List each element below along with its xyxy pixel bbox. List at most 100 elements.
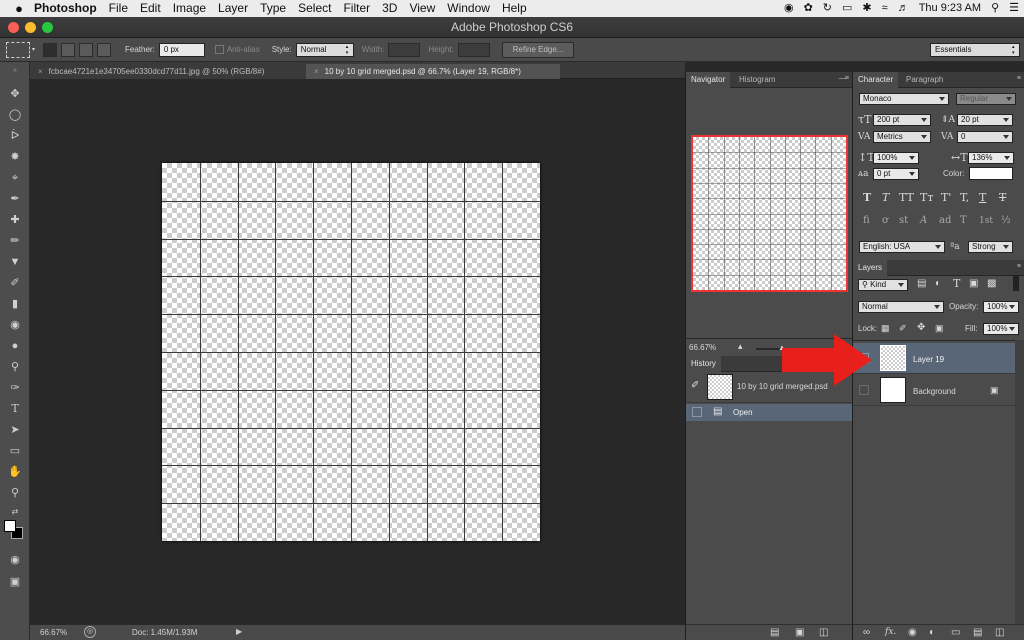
- menu-layer[interactable]: Layer: [212, 0, 254, 17]
- filter-toggle-switch[interactable]: [1013, 275, 1019, 291]
- move-tool-icon[interactable]: ✥: [0, 84, 30, 104]
- elliptical-marquee-tool-icon[interactable]: ◯: [0, 105, 30, 125]
- close-tab-icon[interactable]: ×: [314, 67, 319, 76]
- close-tab-icon[interactable]: ×: [38, 67, 43, 76]
- discretionary-ligatures-button[interactable]: ơ: [882, 214, 888, 228]
- subtract-selection-icon[interactable]: [79, 42, 94, 57]
- width-input[interactable]: [388, 42, 421, 57]
- panel-menu-icon[interactable]: —≡: [839, 75, 849, 82]
- lock-position-icon[interactable]: ✥: [917, 322, 925, 333]
- antialias-checkbox[interactable]: [214, 45, 224, 54]
- apple-menu-icon[interactable]: ●: [10, 1, 28, 16]
- menu-3d[interactable]: 3D: [376, 0, 403, 17]
- menu-filter[interactable]: Filter: [337, 0, 376, 17]
- filter-type-icon[interactable]: T: [953, 277, 960, 290]
- app-menu[interactable]: Photoshop: [28, 0, 103, 17]
- eyedropper-tool-icon[interactable]: ✒: [0, 189, 30, 209]
- paint-bucket-tool-icon[interactable]: ◉: [0, 315, 30, 335]
- small-caps-button[interactable]: Tт: [920, 191, 933, 205]
- subscript-button[interactable]: T,: [960, 191, 969, 205]
- notification-center-icon[interactable]: ☰: [1004, 0, 1024, 17]
- titling-alternates-button[interactable]: ad: [939, 214, 951, 228]
- font-style-select[interactable]: Regular: [956, 93, 1016, 105]
- font-family-select[interactable]: Monaco: [859, 93, 949, 105]
- menu-view[interactable]: View: [403, 0, 441, 17]
- hand-tool-icon[interactable]: ✋: [0, 462, 30, 482]
- refine-edge-button[interactable]: Refine Edge...: [501, 41, 575, 58]
- add-selection-icon[interactable]: [61, 42, 76, 57]
- strikethrough-button[interactable]: T: [999, 191, 1006, 205]
- magic-wand-tool-icon[interactable]: ✸: [0, 147, 30, 167]
- dodge-tool-icon[interactable]: ⚲: [0, 357, 30, 377]
- sync-icon[interactable]: ↻: [818, 0, 837, 17]
- baseline-shift-input[interactable]: 0 pt: [873, 168, 919, 180]
- tracking-select[interactable]: 0: [957, 131, 1013, 143]
- filter-adjustment-icon[interactable]: ◐: [935, 278, 941, 289]
- tab-histogram[interactable]: Histogram: [734, 72, 780, 88]
- layer-name[interactable]: Background: [913, 387, 956, 396]
- menu-type[interactable]: Type: [254, 0, 292, 17]
- add-mask-icon[interactable]: ◉: [908, 627, 917, 638]
- menu-help[interactable]: Help: [496, 0, 533, 17]
- layer-row-background[interactable]: Background ▣: [853, 375, 1015, 406]
- tab-paragraph[interactable]: Paragraph: [901, 72, 948, 88]
- path-selection-tool-icon[interactable]: ➤: [0, 420, 30, 440]
- menu-edit[interactable]: Edit: [134, 0, 167, 17]
- language-select[interactable]: English: USA: [859, 241, 945, 253]
- filter-smart-object-icon[interactable]: ▩: [987, 278, 996, 289]
- new-document-from-state-icon[interactable]: ▤: [770, 627, 779, 638]
- panel-menu-icon[interactable]: ≡: [1017, 263, 1021, 270]
- text-color-swatch[interactable]: [969, 167, 1013, 180]
- marquee-tool-preset-icon[interactable]: [6, 41, 30, 58]
- menu-file[interactable]: File: [103, 0, 134, 17]
- new-group-icon[interactable]: ▭: [951, 627, 960, 638]
- layer-style-icon[interactable]: fx.: [885, 627, 896, 637]
- zoom-window-button[interactable]: [42, 22, 53, 33]
- faux-italic-button[interactable]: T: [882, 191, 889, 205]
- navigator-preview[interactable]: [691, 135, 848, 292]
- fractions-button[interactable]: ½: [1001, 214, 1011, 228]
- lock-all-icon[interactable]: ▣: [935, 323, 944, 334]
- filter-pixel-icon[interactable]: ▤: [917, 278, 926, 289]
- zoom-out-icon[interactable]: ▴: [738, 341, 743, 352]
- close-window-button[interactable]: [8, 22, 19, 33]
- history-source-checkbox[interactable]: [692, 407, 702, 417]
- underline-button[interactable]: T: [979, 191, 986, 205]
- preset-dropdown-icon[interactable]: ▾: [32, 46, 35, 53]
- swash-button[interactable]: st: [899, 214, 908, 228]
- blur-tool-icon[interactable]: ●: [0, 336, 30, 356]
- history-brush-source-icon[interactable]: ✐: [691, 380, 699, 391]
- link-layers-icon[interactable]: ∞: [863, 627, 870, 638]
- panel-menu-icon[interactable]: ≡: [1017, 75, 1021, 82]
- ligatures-button[interactable]: fi: [863, 214, 870, 228]
- clone-stamp-tool-icon[interactable]: ▼: [0, 252, 30, 272]
- new-layer-icon[interactable]: ▤: [973, 627, 982, 638]
- swap-colors-icon[interactable]: ⇄: [0, 502, 30, 522]
- navigator-zoom-value[interactable]: 66.67%: [689, 343, 716, 352]
- status-zoom[interactable]: 66.67%: [40, 628, 67, 637]
- trash-icon[interactable]: ◫: [819, 627, 828, 638]
- tab-navigator[interactable]: Navigator: [686, 72, 731, 88]
- eraser-tool-icon[interactable]: ▮: [0, 294, 30, 314]
- style-select[interactable]: Normal: [295, 42, 354, 57]
- canvas-area[interactable]: [30, 79, 685, 624]
- workspace-select[interactable]: Essentials: [930, 42, 1020, 57]
- doc-tab-jpg[interactable]: × fcbcae4721e1e34705ee0330dcd77d11.jpg @ …: [30, 64, 306, 79]
- healing-brush-tool-icon[interactable]: ✚: [0, 210, 30, 230]
- ordinals-button[interactable]: T: [960, 214, 967, 228]
- opacity-input[interactable]: 100%: [983, 301, 1019, 313]
- filter-shape-icon[interactable]: ▣: [969, 278, 978, 289]
- ordinal-superscript-button[interactable]: 1st: [979, 214, 993, 228]
- tools-collapse-icon[interactable]: »: [0, 66, 30, 76]
- leading-select[interactable]: 20 pt: [957, 114, 1013, 126]
- all-caps-button[interactable]: TT: [899, 191, 914, 205]
- wifi-icon[interactable]: ≈: [877, 0, 893, 17]
- pen-tool-icon[interactable]: ✑: [0, 378, 30, 398]
- kerning-select[interactable]: Metrics: [873, 131, 931, 143]
- quick-mask-icon[interactable]: ◉: [0, 550, 30, 570]
- new-snapshot-icon[interactable]: ▣: [795, 627, 804, 638]
- tab-layers[interactable]: Layers: [853, 260, 888, 276]
- screen-mode-icon[interactable]: ▣: [0, 572, 30, 592]
- document-canvas[interactable]: [162, 163, 540, 541]
- brush-tool-icon[interactable]: ✏: [0, 231, 30, 251]
